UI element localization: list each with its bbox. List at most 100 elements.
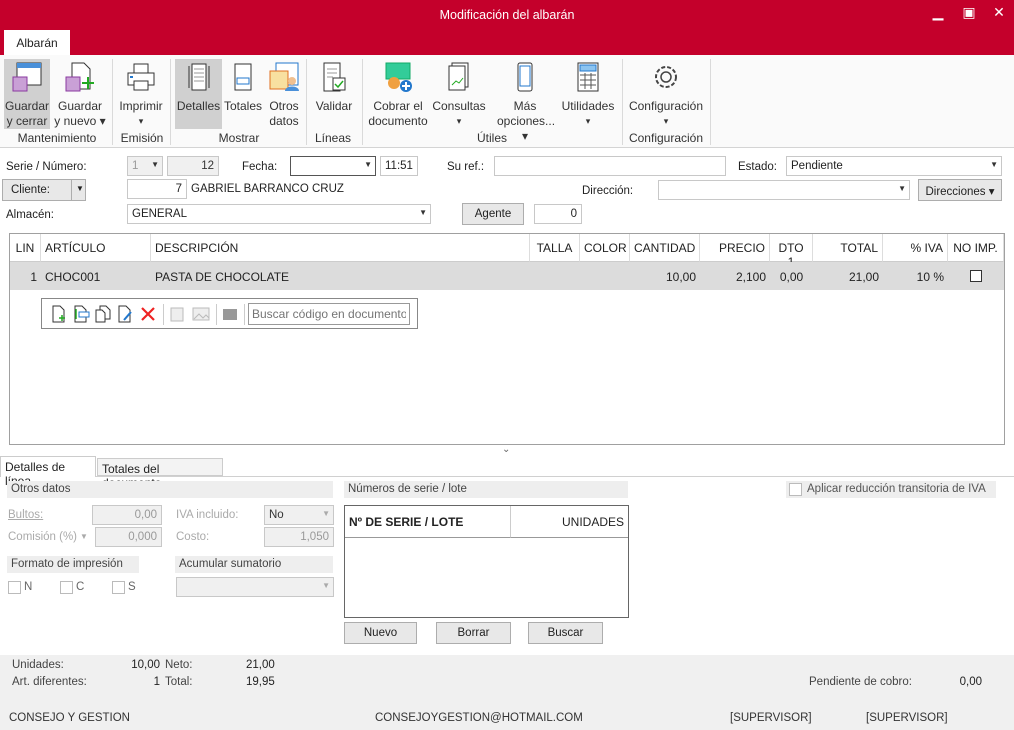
iva-incluido-select[interactable]: No ▼ [264, 505, 334, 525]
button-label: Otros [269, 99, 299, 113]
comision-dropdown[interactable]: ▼ [80, 532, 88, 541]
search-code-input[interactable] [248, 303, 410, 325]
no-imp-checkbox[interactable] [970, 270, 982, 282]
almacen-select[interactable]: GENERAL ▼ [127, 204, 431, 224]
total-value: 19,95 [246, 676, 275, 688]
fecha-field[interactable]: ▼ [290, 156, 376, 176]
direcciones-button[interactable]: Direcciones ▾ [918, 179, 1002, 201]
barcode-icon[interactable] [221, 305, 239, 323]
mas-opciones-button[interactable]: Más opciones... ▾ [497, 59, 555, 143]
detalles-button[interactable]: Detalles [175, 59, 222, 129]
otros-datos-button[interactable]: Otros datos [265, 59, 303, 129]
borrar-button[interactable]: Borrar [436, 622, 511, 644]
formato-n-checkbox[interactable] [8, 581, 21, 594]
maximize-button[interactable]: ▣ [957, 4, 981, 24]
imprimir-button[interactable]: Imprimir ▾ [116, 59, 166, 129]
grid-toolbar [41, 298, 418, 329]
buscar-button[interactable]: Buscar [528, 622, 603, 644]
acumular-select[interactable]: ▼ [176, 577, 334, 597]
nuevo-button[interactable]: Nuevo [344, 622, 417, 644]
cell-precio: 2,100 [700, 262, 770, 290]
group-utiles: Útiles [476, 131, 507, 145]
estado-label: Estado: [738, 161, 777, 173]
numero-field[interactable]: 12 [167, 156, 219, 176]
costo-field[interactable]: 1,050 [264, 527, 334, 547]
button-label: Guardar [57, 99, 103, 113]
guardar-nuevo-button[interactable]: Guardar y nuevo ▾ [52, 59, 108, 129]
cell-noimp[interactable] [948, 262, 1004, 290]
series-col-serie: Nº DE SERIE / LOTE [345, 506, 511, 538]
other-data-icon [269, 62, 299, 91]
formato-s-label: S [128, 581, 136, 593]
new-line-icon[interactable] [50, 305, 68, 323]
consultas-button[interactable]: Consultas ▾ [431, 59, 487, 129]
column-header-dto1[interactable]: DTO 1 [770, 234, 813, 269]
configuracion-button[interactable]: Configuración ▾ [626, 59, 706, 129]
cell-color [580, 262, 630, 290]
column-header-precio[interactable]: PRECIO [700, 234, 770, 262]
cliente-button[interactable]: Cliente: ▼ [2, 179, 86, 201]
totales-button[interactable]: Totales [223, 59, 263, 129]
otros-datos-header: Otros datos [7, 481, 333, 498]
delete-line-icon[interactable] [139, 305, 157, 323]
pendiente-value: 0,00 [959, 676, 982, 688]
direccion-select[interactable]: ▼ [658, 180, 910, 200]
agente-button[interactable]: Agente [462, 203, 524, 225]
calculator-icon [577, 62, 599, 92]
column-header-iva[interactable]: % IVA [883, 234, 948, 262]
divider [622, 59, 623, 145]
formato-s-checkbox[interactable] [112, 581, 125, 594]
estado-select[interactable]: Pendiente ▼ [786, 156, 1002, 176]
validar-button[interactable]: Validar [310, 59, 358, 129]
bultos-field[interactable]: 0,00 [92, 505, 162, 525]
reports-icon [448, 62, 469, 91]
divider [170, 59, 171, 145]
group-lineas: Líneas [314, 131, 352, 145]
group-emision: Emisión [120, 131, 164, 145]
column-header-articulo[interactable]: ARTÍCULO [41, 234, 151, 262]
utilidades-button[interactable]: Utilidades ▾ [560, 59, 616, 129]
suref-field[interactable] [494, 156, 726, 176]
close-button[interactable]: ✕ [987, 4, 1011, 24]
reduccion-iva-checkbox[interactable] [789, 483, 802, 496]
column-header-descripcion[interactable]: DESCRIPCIÓN [151, 234, 530, 262]
serie-label: Serie / Número: [6, 161, 87, 173]
column-header-cantidad[interactable]: CANTIDAD [630, 234, 700, 262]
gear-icon [655, 66, 677, 88]
notes-icon[interactable] [168, 305, 186, 323]
copy-line-icon[interactable] [94, 305, 112, 323]
chevron-down-icon[interactable]: ⌄ [502, 444, 510, 455]
cliente-codigo-field[interactable]: 7 [127, 179, 187, 199]
reduccion-iva-option[interactable]: Aplicar reducción transitoria de IVA [786, 481, 996, 498]
title-bar: Modificación del albarán ▁ ▣ ✕ [0, 0, 1014, 30]
comision-field[interactable]: 0,000 [95, 527, 162, 547]
insert-line-icon[interactable] [72, 305, 90, 323]
column-header-color[interactable]: COLOR [580, 234, 630, 262]
agente-field[interactable]: 0 [534, 204, 582, 224]
button-label-2: ▾ [138, 116, 144, 126]
cell-articulo: CHOC001 [41, 262, 151, 290]
column-header-lin[interactable]: LIN [10, 234, 41, 262]
suref-label: Su ref.: [447, 161, 485, 173]
group-configuracion: Configuración [628, 131, 704, 145]
column-header-total[interactable]: TOTAL [813, 234, 883, 262]
button-label: Más [513, 99, 537, 113]
tab-totales-documento[interactable]: Totales del documento [97, 458, 223, 490]
serie-select[interactable]: 1 ▼ [127, 156, 163, 176]
minimize-button[interactable]: ▁ [926, 4, 950, 24]
guardar-cerrar-button[interactable]: Guardar y cerrar [4, 59, 50, 129]
column-header-talla[interactable]: TALLA [530, 234, 580, 262]
formato-c-checkbox[interactable] [60, 581, 73, 594]
edit-line-icon[interactable] [116, 305, 134, 323]
cobrar-button[interactable]: Cobrar el documento [366, 59, 430, 129]
direccion-label: Dirección: [582, 185, 634, 197]
cell-talla [530, 262, 580, 290]
hora-field[interactable]: 11:51 [380, 156, 418, 176]
button-label-2: ▾ [585, 116, 591, 126]
save-new-icon [65, 62, 94, 92]
tab-detalles-linea[interactable]: Detalles de línea [0, 456, 96, 488]
tab-albaran[interactable]: Albarán [4, 30, 70, 55]
image-icon[interactable] [192, 305, 210, 323]
column-header-noimp[interactable]: NO IMP. [948, 234, 1004, 262]
divider [710, 59, 711, 145]
